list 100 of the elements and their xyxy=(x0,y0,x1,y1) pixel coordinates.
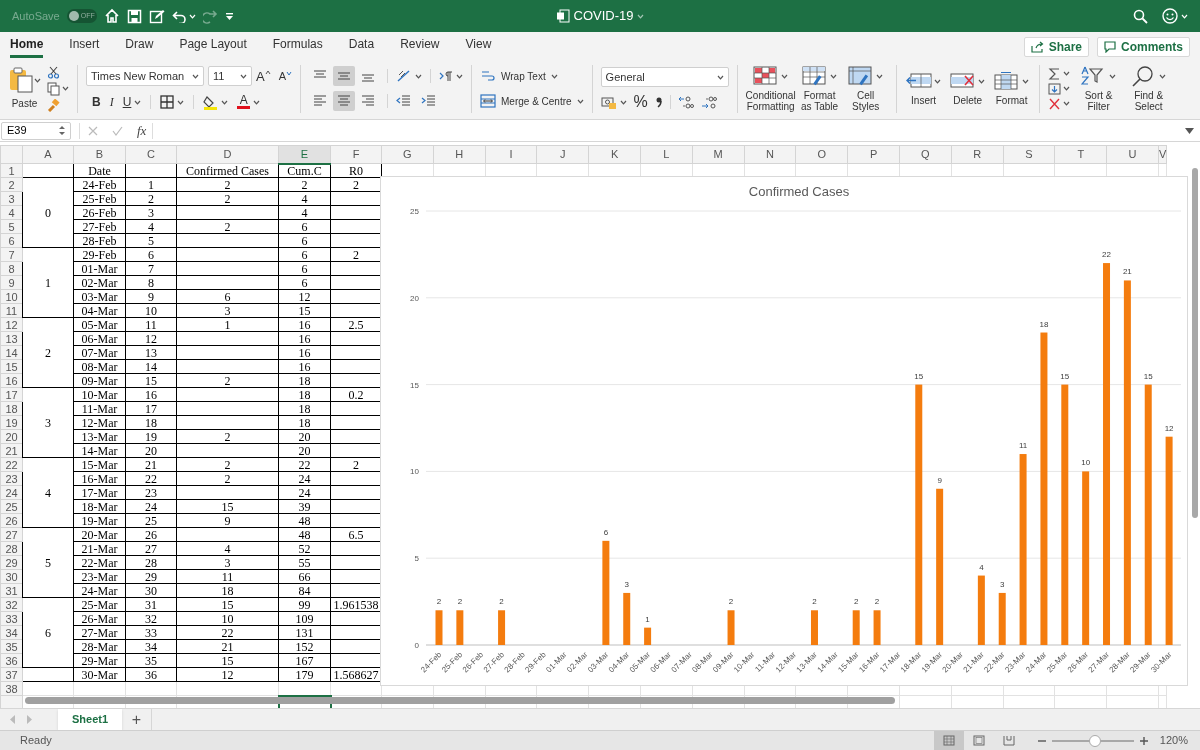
column-header[interactable]: H xyxy=(433,145,486,164)
column-header[interactable]: S xyxy=(1003,145,1055,164)
insert-function-button[interactable]: fx xyxy=(137,120,147,141)
zoom-level[interactable]: 120% xyxy=(1147,732,1200,749)
accounting-format-icon[interactable] xyxy=(600,95,617,109)
home-icon[interactable] xyxy=(103,8,120,24)
paste-button[interactable]: Paste xyxy=(8,66,41,111)
caret-icon[interactable] xyxy=(716,74,724,80)
styles-button[interactable]: Cell Styles xyxy=(843,65,888,112)
sort-button[interactable]: Sort & Filter xyxy=(1077,65,1120,112)
caret-icon[interactable] xyxy=(456,73,463,79)
caret-icon[interactable] xyxy=(1062,86,1070,91)
caret-icon[interactable] xyxy=(221,99,229,105)
column-header[interactable]: G xyxy=(381,145,434,164)
caret-icon[interactable] xyxy=(62,86,69,91)
normal-view-button[interactable] xyxy=(933,730,964,750)
increase-font-button[interactable]: A xyxy=(256,69,271,83)
bold-button[interactable]: B xyxy=(92,93,101,111)
column-header[interactable]: F xyxy=(330,145,382,164)
table-button[interactable]: Format as Table xyxy=(797,65,842,112)
clear-icon[interactable] xyxy=(1047,97,1061,110)
column-header[interactable]: C xyxy=(125,145,177,164)
column-header[interactable]: P xyxy=(847,145,900,164)
decrease-decimal-icon[interactable] xyxy=(700,95,717,109)
column-header[interactable]: Q xyxy=(899,145,952,164)
horizontal-scrollbar-thumb[interactable] xyxy=(25,697,895,704)
scissors-icon[interactable] xyxy=(47,65,60,79)
caret-icon[interactable] xyxy=(1022,79,1030,84)
fill-down-icon[interactable] xyxy=(1047,82,1061,95)
zoom-slider[interactable] xyxy=(1051,734,1134,747)
caret-icon[interactable] xyxy=(1062,71,1070,76)
font-size-dropdown[interactable]: 11 xyxy=(208,66,252,86)
comments-button[interactable]: Comments xyxy=(1097,37,1190,57)
caret-icon[interactable] xyxy=(134,99,142,105)
caret-icon[interactable] xyxy=(781,73,789,79)
name-box[interactable]: E39 xyxy=(1,121,71,140)
caret-icon[interactable] xyxy=(253,99,261,105)
format-painter-icon[interactable] xyxy=(47,98,60,112)
number-format-dropdown[interactable]: General xyxy=(600,67,729,87)
ribbon-tab[interactable]: Review xyxy=(400,32,440,58)
insert-button[interactable]: Insert xyxy=(904,71,943,106)
expand-formula-icon[interactable] xyxy=(1185,127,1194,134)
caret-icon[interactable] xyxy=(550,73,558,79)
caret-icon[interactable] xyxy=(240,73,247,79)
vertical-scrollbar-thumb[interactable] xyxy=(1192,168,1198,518)
ribbon-tab[interactable]: Insert xyxy=(69,32,100,58)
caret-icon[interactable] xyxy=(619,99,627,105)
ribbon-tab[interactable]: Draw xyxy=(125,32,154,58)
sheet-tab[interactable]: Sheet1 xyxy=(58,709,122,730)
fill-color-icon[interactable] xyxy=(203,94,219,110)
share-button[interactable]: Share xyxy=(1023,37,1089,57)
caret-icon[interactable] xyxy=(978,79,986,84)
caret-icon[interactable] xyxy=(415,73,422,79)
caret-icon[interactable] xyxy=(1159,73,1167,79)
percent-button[interactable]: % xyxy=(633,94,648,110)
ribbon-tab[interactable]: Data xyxy=(348,32,375,58)
increase-indent-icon[interactable] xyxy=(421,95,436,107)
column-header[interactable]: T xyxy=(1054,145,1107,164)
decrease-font-button[interactable]: A xyxy=(278,70,292,82)
caret-icon[interactable] xyxy=(1109,73,1117,79)
ribbon-tab[interactable]: View xyxy=(465,32,492,58)
italic-button[interactable]: I xyxy=(109,93,114,111)
column-header[interactable]: U xyxy=(1106,145,1159,164)
autosum-icon[interactable] xyxy=(1047,67,1061,80)
text-orientation-icon[interactable] xyxy=(396,69,412,83)
customize-toolbar-icon[interactable] xyxy=(224,11,234,21)
caret-icon[interactable] xyxy=(876,73,884,79)
underline-button[interactable]: U xyxy=(122,93,132,111)
edit-document-icon[interactable] xyxy=(148,8,165,24)
column-header[interactable]: E xyxy=(278,145,331,164)
caret-icon[interactable] xyxy=(192,73,199,79)
column-header[interactable]: A xyxy=(22,145,74,164)
find-button[interactable]: Find & Select xyxy=(1127,65,1170,112)
caret-icon[interactable] xyxy=(34,77,41,83)
column-header[interactable]: M xyxy=(692,145,745,164)
caret-icon[interactable] xyxy=(1062,101,1070,106)
column-header[interactable]: K xyxy=(588,145,641,164)
caret-icon[interactable] xyxy=(576,98,584,104)
increase-decimal-icon[interactable] xyxy=(677,95,694,109)
smiley-icon[interactable] xyxy=(1162,8,1178,24)
column-header[interactable]: V xyxy=(1158,145,1167,164)
borders-icon[interactable] xyxy=(160,95,175,109)
text-direction-icon[interactable] xyxy=(439,70,453,82)
comma-style-icon[interactable] xyxy=(654,96,663,108)
ribbon-tab[interactable]: Page Layout xyxy=(179,32,247,58)
decrease-indent-icon[interactable] xyxy=(396,95,411,107)
font-name-dropdown[interactable]: Times New Roman xyxy=(86,66,204,86)
column-header[interactable]: I xyxy=(485,145,537,164)
wrap-text-button[interactable]: Wrap Text xyxy=(480,68,584,84)
save-icon[interactable] xyxy=(126,8,142,24)
format-button[interactable]: Format xyxy=(992,71,1031,106)
caret-icon[interactable] xyxy=(177,99,185,105)
column-header[interactable]: D xyxy=(176,145,279,164)
column-header[interactable]: L xyxy=(640,145,693,164)
conditional-button[interactable]: Conditional Formatting xyxy=(745,65,796,112)
merge-centre-button[interactable]: Merge & Centre xyxy=(480,93,584,109)
undo-icon[interactable] xyxy=(171,9,187,23)
caret-icon[interactable] xyxy=(830,73,838,79)
column-header[interactable]: B xyxy=(73,145,126,164)
search-icon[interactable] xyxy=(1133,8,1148,24)
